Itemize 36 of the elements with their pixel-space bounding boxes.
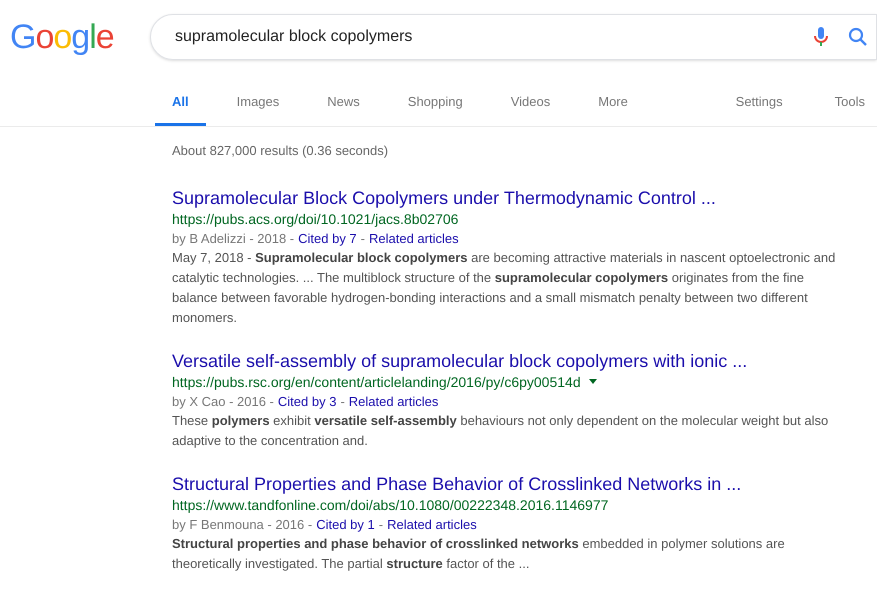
result-title-link[interactable]: Structural Properties and Phase Behavior of Crosslinked Networks in ... <box>172 472 877 494</box>
tool-link[interactable]: Tools <box>834 92 865 126</box>
result-snippet: May 7, 2018 - Supramolecular block copolymers are becoming attractive materials in nascent optoelectronic and catalytic technologies. ... The multiblock structure of the supramolecular copolymers originates from the fine balance between favorable hydrogen-bonding interactions and a small mismatch penalty between two different monomers. <box>172 248 836 326</box>
result-byline: - <box>340 392 345 410</box>
tab[interactable]: More <box>581 92 645 126</box>
result-byline: - <box>360 230 366 248</box>
result-snippet: Structural properties and phase behavior of crosslinked networks embedded in polymer solutions are theoretically investigated. The partial structure factor of the ... <box>172 534 786 573</box>
result-link[interactable]: Related articles <box>348 392 438 410</box>
microphone-icon[interactable] <box>814 27 828 47</box>
result-link[interactable]: Related articles <box>369 228 459 248</box>
result-snippet: These polymers exhibit versatile self-assembly behaviours not only dependent on the molecular weight but also adaptive to the concentration and. <box>172 412 830 450</box>
result-link[interactable]: Cited by 7 <box>298 228 357 248</box>
result-byline: - <box>378 516 384 534</box>
result-title-link[interactable]: Versatile self-assembly of supramolecular block copolymers with ionic ... <box>172 350 877 372</box>
tool-link[interactable]: Settings <box>736 92 783 126</box>
search-icon[interactable] <box>848 27 868 47</box>
tab[interactable]: News <box>310 92 377 126</box>
tab[interactable]: All <box>155 92 206 126</box>
caret-icon[interactable] <box>588 379 597 384</box>
result-url: https://www.tandfonline.com/doi/abs/10.1080/00222348.2016.1146977 <box>172 496 608 514</box>
result-link[interactable]: Cited by 3 <box>278 392 336 410</box>
result-link[interactable]: Cited by 1 <box>316 514 375 534</box>
result-byline: by F Benmouna - 2016 - <box>172 516 312 534</box>
tab[interactable]: Videos <box>494 92 568 126</box>
result-link[interactable]: Related articles <box>387 514 477 534</box>
result-title-link[interactable]: Supramolecular Block Copolymers under Thermodynamic Control ... <box>172 186 877 208</box>
search-field[interactable]: supramolecular block copolymers <box>150 14 877 60</box>
result-url: https://pubs.acs.org/doi/10.1021/jacs.8b02706 <box>172 210 458 228</box>
search-query: supramolecular block copolymers <box>175 27 414 47</box>
tab[interactable]: Shopping <box>390 92 480 126</box>
result-byline: by B Adelizzi - 2018 - <box>172 230 294 248</box>
tab[interactable]: Images <box>220 92 296 126</box>
google-logo[interactable]: Google <box>10 20 140 54</box>
result-stats: About 827,000 results (0.36 seconds) <box>172 142 390 160</box>
result-byline: by X Cao - 2016 - <box>172 392 274 410</box>
result-url: https://pubs.rsc.org/en/content/articlelanding/2016/py/c6py00514d <box>172 372 581 392</box>
